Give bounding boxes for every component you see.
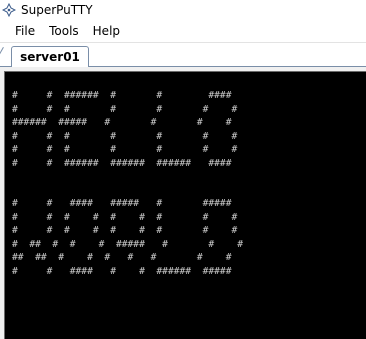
superputty-window: SuperPuTTY File Tools Help server01 # # …	[0, 0, 366, 339]
tab-strip: server01	[0, 43, 366, 67]
terminal-line: # # # # # # # # #	[12, 211, 238, 223]
window-title: SuperPuTTY	[21, 3, 93, 17]
terminal-line: # # # # # # #	[12, 103, 238, 115]
terminal-line: # ## # # # ##### # # #	[12, 238, 244, 250]
menu-help[interactable]: Help	[86, 20, 127, 42]
terminal-line: # # #### # # ###### #####	[12, 265, 232, 277]
terminal-line: # # # # # # # # #	[12, 225, 238, 236]
terminal-panel[interactable]: # # ###### # # #### # # # # # # # ###### #…	[4, 71, 366, 339]
superputty-icon	[2, 3, 16, 17]
title-bar: SuperPuTTY	[0, 0, 366, 20]
menu-tools[interactable]: Tools	[42, 20, 86, 42]
terminal-line: ###### ##### # # # #	[12, 117, 232, 128]
terminal-frame: # # ###### # # #### # # # # # # # ###### #…	[0, 67, 366, 339]
terminal-line: ## ## # # # # # # #	[12, 252, 232, 263]
terminal-line: # # ###### # # ####	[12, 90, 232, 101]
tab-server01[interactable]: server01	[11, 46, 89, 67]
menu-file[interactable]: File	[0, 20, 42, 42]
terminal-line: # # # # # # #	[12, 144, 238, 155]
terminal-line: # # ###### ###### ###### ####	[12, 157, 232, 169]
terminal-line: # # #### ##### # #####	[12, 198, 232, 209]
tab-label: server01	[20, 50, 80, 64]
terminal-line: # # # # # # #	[12, 130, 238, 142]
terminal-output: # # ###### # # #### # # # # # # # ###### #…	[12, 89, 243, 278]
menu-bar: File Tools Help	[0, 20, 366, 43]
tab-strip-edge	[0, 47, 4, 67]
